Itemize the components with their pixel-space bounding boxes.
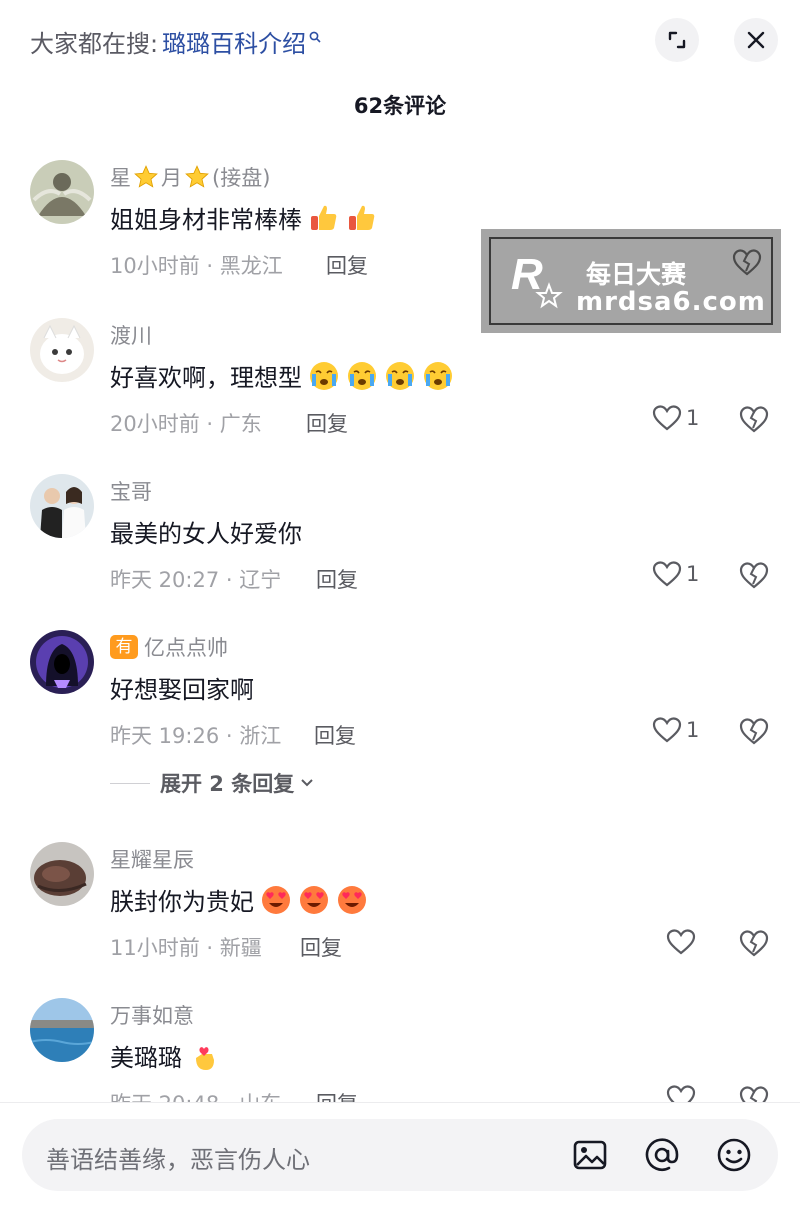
dislike-button[interactable]	[738, 404, 770, 438]
comment-text: 朕封你为贵妃	[110, 882, 368, 917]
username[interactable]: 渡川	[110, 320, 152, 350]
comment-meta: 昨天 20:27 · 辽宁	[110, 568, 282, 592]
username[interactable]: 星 月 (接盘)	[110, 162, 270, 192]
comment-item: 有 亿点点帅 好想娶回家啊 昨天 19:26 · 浙江 回复 1 展开 2 条回…	[0, 630, 800, 810]
comment-count: 62条评论	[353, 94, 447, 118]
friend-badge: 有	[110, 635, 138, 659]
broken-heart-icon	[739, 1086, 769, 1102]
like-button[interactable]	[666, 1084, 696, 1102]
thumbs-up-emoji	[311, 205, 337, 230]
dislike-button[interactable]	[738, 928, 770, 962]
comment-input-area: 善语结善缘，恶言伤人心	[0, 1102, 800, 1225]
heart-icon	[666, 1085, 696, 1102]
input-placeholder: 善语结善缘，恶言伤人心	[46, 1146, 310, 1174]
comment-item: 渡川 好喜欢啊，理想型 20小时前 · 广东 回复 1	[0, 318, 800, 448]
heart-icon	[666, 929, 696, 955]
comment-text: 姐姐身材非常棒棒	[110, 200, 378, 235]
crying-emoji	[348, 361, 376, 390]
comment-meta: 20小时前 · 广东	[110, 412, 262, 436]
finger-heart-emoji	[196, 1046, 214, 1070]
broken-heart-icon	[732, 249, 762, 276]
avatar[interactable]	[30, 318, 94, 382]
comment-item: 万事如意 美璐璐 昨天 20:48 · 山东 回复	[0, 998, 800, 1102]
expand-replies-button[interactable]: 展开 2 条回复	[110, 768, 316, 798]
comment-item: 星耀星辰 朕封你为贵妃 11小时前 · 新疆 回复	[0, 842, 800, 972]
search-icon	[309, 31, 321, 43]
like-button[interactable]	[666, 928, 696, 956]
reply-button[interactable]: 回复	[316, 1088, 358, 1102]
reply-button[interactable]: 回复	[316, 564, 358, 594]
heart-icon	[652, 561, 682, 587]
avatar[interactable]	[30, 842, 94, 906]
divider	[110, 782, 150, 784]
comment-text: 好喜欢啊，理想型	[110, 358, 454, 393]
username[interactable]: 万事如意	[110, 1000, 194, 1030]
like-button[interactable]: 1	[652, 716, 699, 744]
broken-heart-icon	[739, 930, 769, 957]
dislike-button[interactable]	[738, 560, 770, 594]
dislike-button[interactable]	[738, 716, 770, 750]
dislike-button[interactable]	[738, 1084, 770, 1102]
like-count: 1	[686, 562, 700, 586]
search-prefix: 大家都在搜:	[30, 30, 159, 58]
heart-icon	[652, 405, 682, 431]
heart-icon	[652, 717, 682, 743]
comment-meta: 11小时前 · 新疆	[110, 936, 262, 960]
close-icon	[747, 31, 765, 49]
like-button[interactable]: 1	[652, 560, 699, 588]
comment-text: 最美的女人好爱你	[110, 520, 302, 548]
star-emoji	[185, 165, 209, 188]
broken-heart-icon	[739, 718, 769, 745]
reply-button[interactable]: 回复	[314, 720, 356, 750]
broken-heart-icon	[739, 562, 769, 589]
svg-text:R: R	[511, 250, 543, 299]
heart-eyes-emoji	[262, 885, 290, 914]
reply-button[interactable]: 回复	[300, 932, 342, 962]
at-icon[interactable]	[642, 1135, 682, 1175]
image-icon[interactable]	[570, 1135, 610, 1175]
comment-text: 好想娶回家啊	[110, 676, 254, 704]
emoji-face-icon[interactable]	[714, 1135, 754, 1175]
close-button[interactable]	[734, 18, 778, 62]
comment-meta: 昨天 19:26 · 浙江	[110, 724, 282, 748]
comment-input[interactable]: 善语结善缘，恶言伤人心	[22, 1119, 778, 1191]
reply-button[interactable]: 回复	[306, 408, 348, 438]
crying-emoji	[386, 361, 414, 390]
comment-item: 宝哥 最美的女人好爱你 昨天 20:27 · 辽宁 回复 1	[0, 474, 800, 604]
crying-emoji	[424, 361, 452, 390]
comment-meta: 10小时前 · 黑龙江	[110, 254, 283, 278]
avatar[interactable]	[30, 160, 94, 224]
avatar[interactable]	[30, 630, 94, 694]
like-count: 1	[686, 718, 700, 742]
expand-icon	[668, 31, 686, 49]
like-count: 1	[686, 406, 700, 430]
trending-search-hint[interactable]: 大家都在搜: 璐璐百科介绍	[30, 24, 321, 59]
avatar[interactable]	[30, 998, 94, 1062]
watermark-url: mrdsa6.com	[576, 287, 766, 317]
username[interactable]: 宝哥	[110, 476, 152, 506]
crying-emoji	[310, 361, 338, 390]
comment-text: 美璐璐	[110, 1038, 220, 1073]
username[interactable]: 星耀星辰	[110, 844, 194, 874]
username[interactable]: 有 亿点点帅	[110, 632, 228, 662]
heart-eyes-emoji	[338, 885, 366, 914]
comment-meta: 昨天 20:48 · 山东	[110, 1088, 281, 1102]
search-term-link[interactable]: 璐璐百科介绍	[162, 24, 306, 59]
heart-eyes-emoji	[300, 885, 328, 914]
watermark-logo: R	[511, 250, 563, 309]
watermark: R 每日大赛 mrdsa6.com	[481, 229, 781, 333]
avatar[interactable]	[30, 474, 94, 538]
thumbs-up-emoji	[349, 205, 375, 230]
expand-button[interactable]	[655, 18, 699, 62]
chevron-down-icon	[301, 779, 313, 787]
watermark-title: 每日大赛	[586, 260, 687, 289]
like-button[interactable]: 1	[652, 404, 699, 432]
reply-button[interactable]: 回复	[326, 250, 368, 280]
star-emoji	[134, 165, 158, 188]
watermark-like	[731, 247, 763, 281]
top-bar: 大家都在搜: 璐璐百科介绍	[0, 0, 800, 80]
broken-heart-icon	[739, 406, 769, 433]
